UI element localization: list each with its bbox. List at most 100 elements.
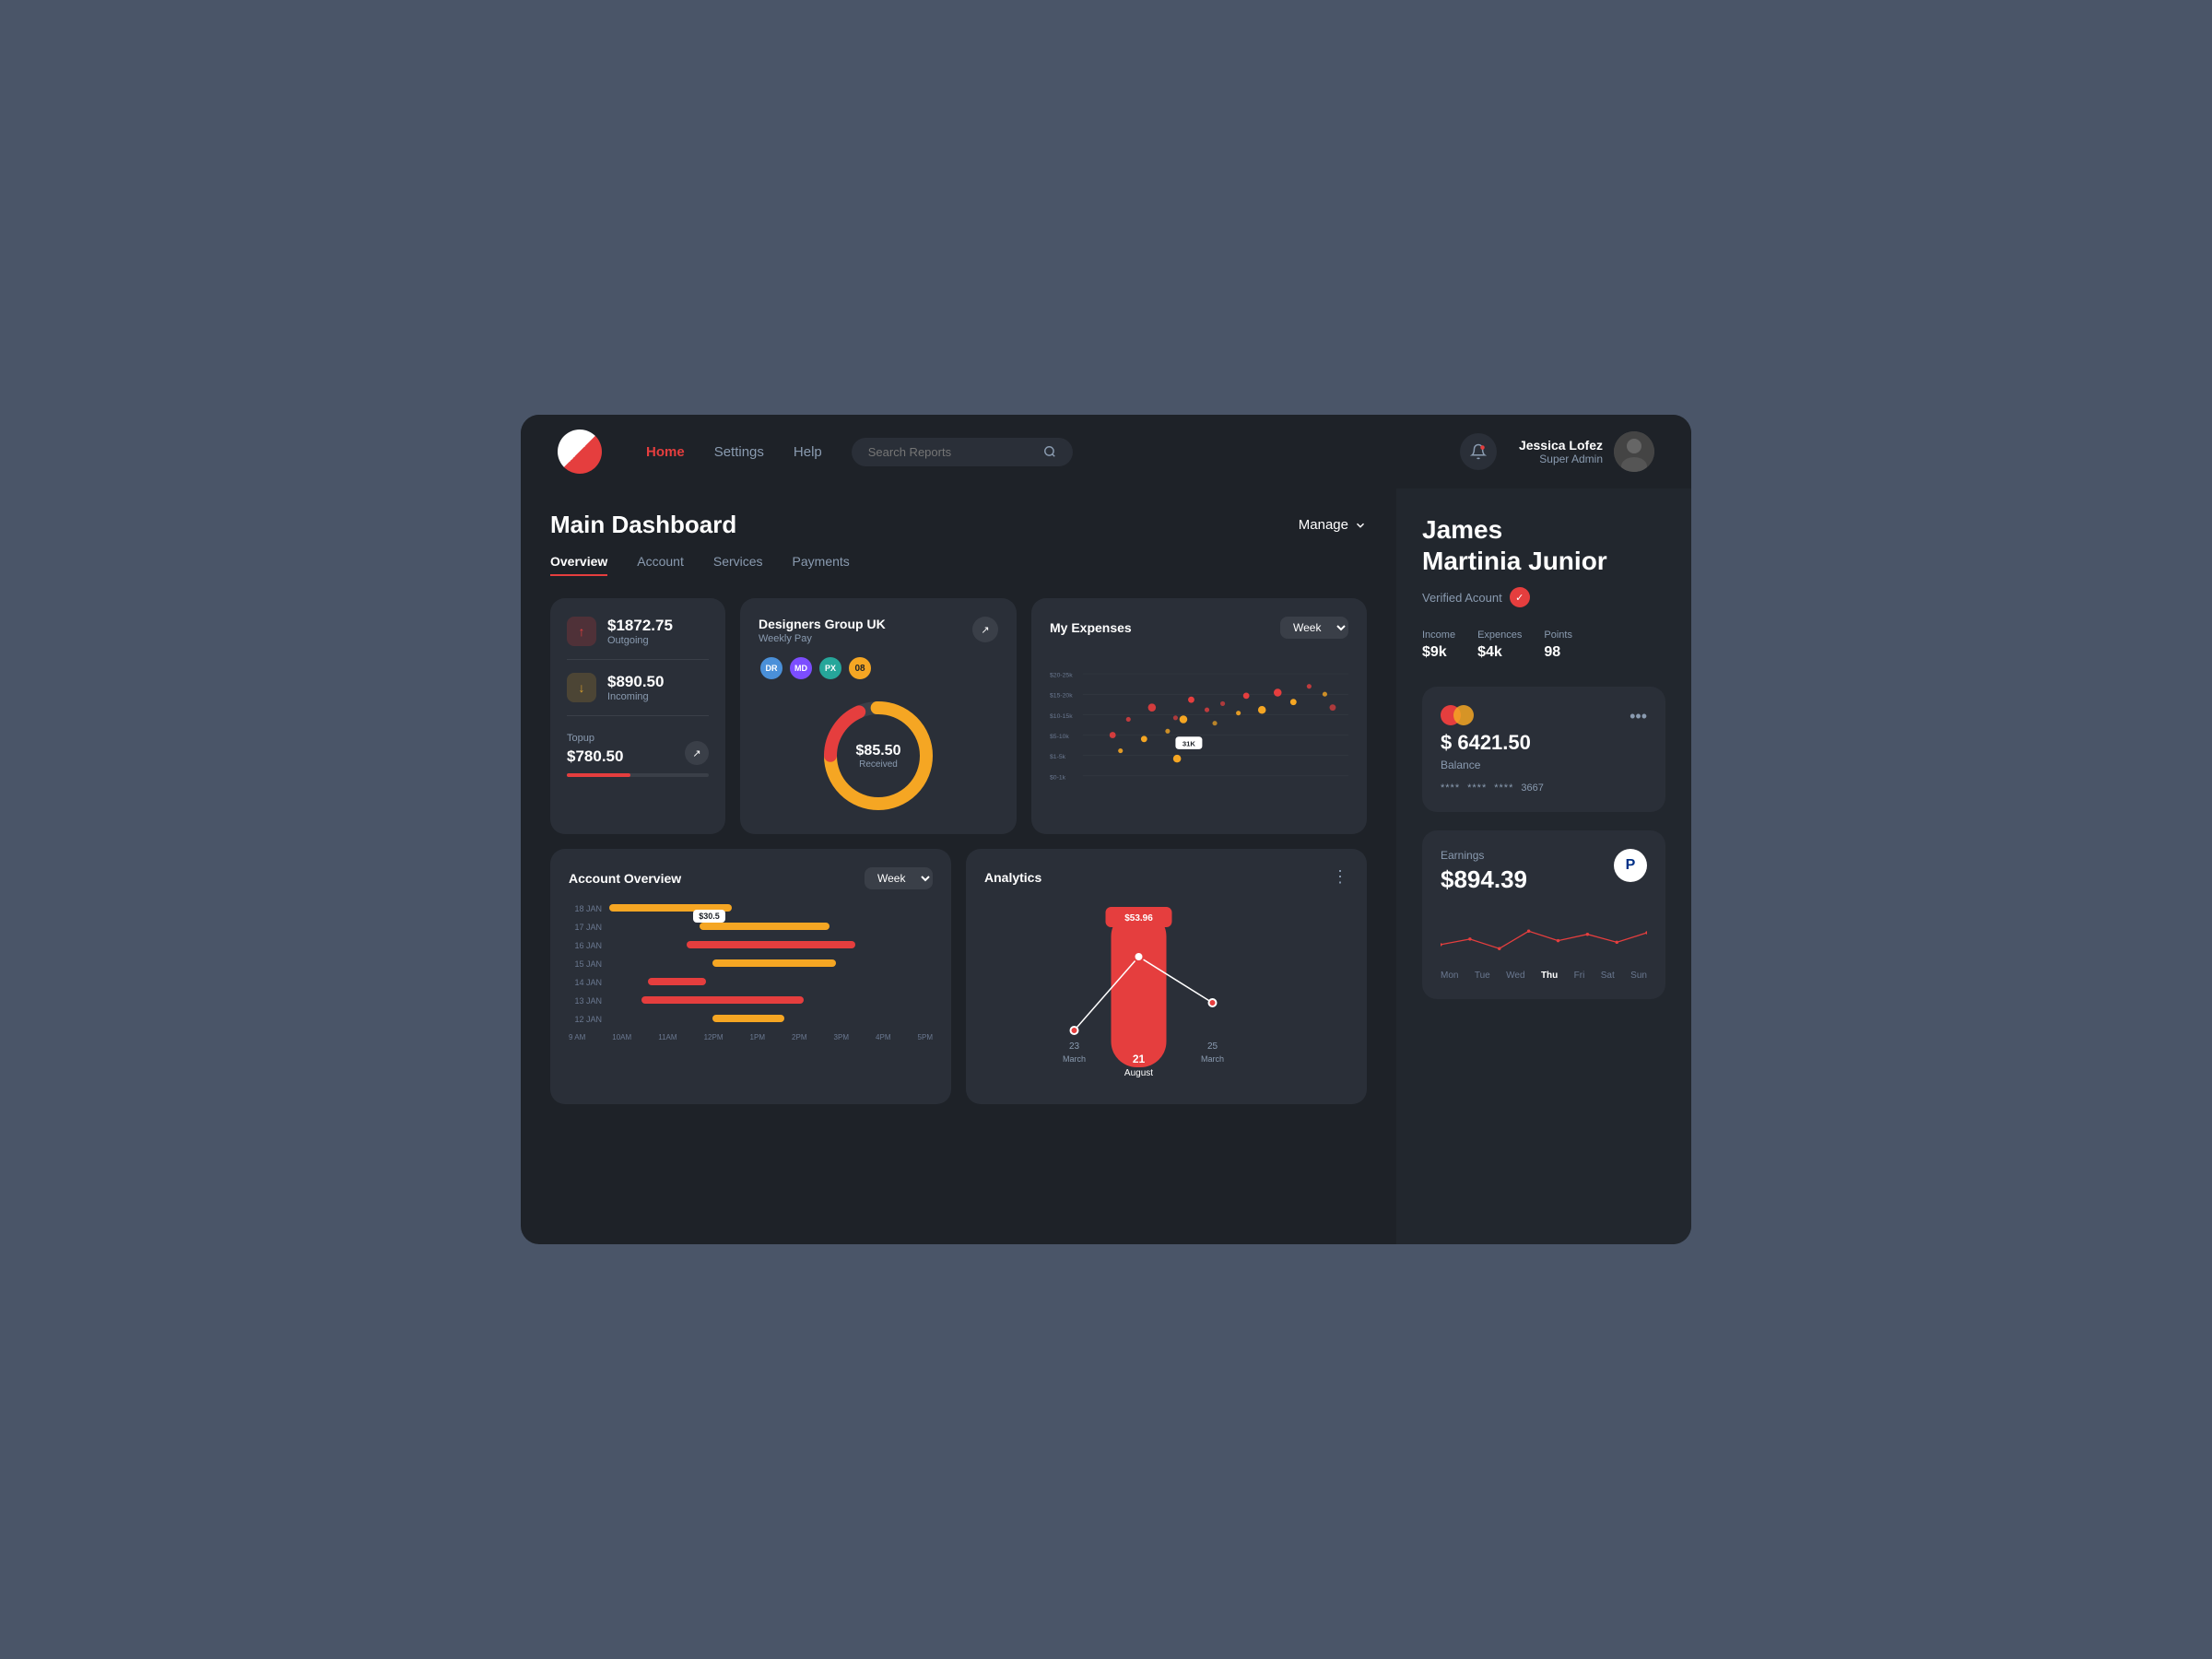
expenses-card: My Expenses Week Month $20-25k $15-20k $… [1031, 598, 1367, 834]
bell-icon [1470, 443, 1487, 460]
analytics-card: Analytics ⋮ 23 March 21 August 25 [966, 849, 1367, 1104]
ao-header: Account Overview Week Month [569, 867, 933, 889]
gantt-row-16jan: 16 JAN [569, 941, 933, 950]
gantt-row-12jan: 12 JAN [569, 1015, 933, 1024]
svg-text:$5-10k: $5-10k [1050, 734, 1069, 740]
header: Home Settings Help Jessica Lofez Supe [521, 415, 1691, 488]
tab-payments[interactable]: Payments [793, 554, 850, 576]
donut-chart: $85.50 Received [759, 696, 998, 816]
gantt-row-14jan: 14 JAN [569, 978, 933, 987]
outgoing-amount: $1872.75 [607, 617, 673, 635]
group-arrow-button[interactable]: ↗ [972, 617, 998, 642]
avatar-count: 08 [847, 655, 873, 681]
card-top-row: ••• [1441, 705, 1647, 727]
analytics-more-button[interactable]: ⋮ [1332, 867, 1348, 887]
verified-badge: ✓ [1510, 587, 1530, 607]
avatars-row: DR MD PX 08 [759, 655, 998, 681]
gantt-chart: 18 JAN 17 JAN $30.5 [569, 904, 933, 1041]
day-sun: Sun [1630, 971, 1647, 981]
card-number-row: **** **** **** 3667 [1441, 782, 1647, 794]
avatar-md: MD [788, 655, 814, 681]
day-wed: Wed [1506, 971, 1524, 981]
logo [558, 429, 602, 474]
card-more-button[interactable]: ••• [1630, 707, 1647, 726]
notifications-button[interactable] [1460, 433, 1497, 470]
group-card-header: Designers Group UK Weekly Pay ↗ [759, 617, 998, 644]
user-text: Jessica Lofez Super Admin [1519, 438, 1603, 465]
svg-text:$10-15k: $10-15k [1050, 713, 1073, 720]
week-select[interactable]: Week Month [1280, 617, 1348, 639]
outgoing-label: Outgoing [607, 635, 673, 646]
svg-text:$53.96: $53.96 [1124, 913, 1153, 924]
earnings-header: Earnings $894.39 P [1441, 849, 1647, 894]
gantt-time-labels: 9 AM 10AM 11AM 12PM 1PM 2PM 3PM 4PM 5PM [569, 1033, 933, 1041]
day-fri: Fri [1574, 971, 1585, 981]
svg-text:$0-1k: $0-1k [1050, 774, 1066, 781]
donut-amount: $85.50 [856, 743, 901, 759]
analytics-header: Analytics ⋮ [984, 867, 1348, 887]
tab-account[interactable]: Account [637, 554, 684, 576]
svg-text:31K: 31K [1182, 739, 1196, 747]
search-input[interactable] [868, 445, 1034, 459]
left-panel: Main Dashboard Manage Overview Account S… [521, 488, 1396, 1244]
card-number-last: 3667 [1521, 782, 1543, 794]
nav: Home Settings Help [646, 444, 822, 460]
stats-row: Income $9k Expences $4k Points 98 [1422, 629, 1665, 661]
avatar-dr: DR [759, 655, 784, 681]
incoming-label: Incoming [607, 691, 664, 702]
dashboard-title: Main Dashboard [550, 511, 736, 539]
user-name: Jessica Lofez [1519, 438, 1603, 453]
progress-fill [567, 773, 630, 777]
day-labels: Mon Tue Wed Thu Fri Sat Sun [1441, 971, 1647, 981]
topup-label: Topup [567, 733, 623, 744]
group-card-title: Designers Group UK [759, 617, 886, 631]
tabs: Overview Account Services Payments [550, 554, 1367, 576]
verified-row: Verified Acount ✓ [1422, 587, 1665, 607]
svg-text:21: 21 [1133, 1053, 1146, 1065]
day-sat: Sat [1601, 971, 1615, 981]
card-balance-label: Balance [1441, 759, 1647, 771]
gantt-row-17jan: 17 JAN $30.5 [569, 923, 933, 932]
stat-income: Income $9k [1422, 629, 1455, 661]
earnings-chart [1441, 905, 1647, 965]
nav-help[interactable]: Help [794, 444, 822, 460]
progress-bar [567, 773, 709, 777]
donut-center: $85.50 Received [856, 743, 901, 770]
earnings-label: Earnings [1441, 849, 1527, 862]
gantt-row-18jan: 18 JAN [569, 904, 933, 913]
account-overview-card: Account Overview Week Month 18 JAN [550, 849, 951, 1104]
manage-button[interactable]: Manage [1299, 517, 1367, 533]
avatar [1614, 431, 1654, 472]
search-bar[interactable] [852, 438, 1073, 466]
svg-text:$1-5k: $1-5k [1050, 754, 1066, 760]
ao-week-select[interactable]: Week Month [865, 867, 933, 889]
header-right: Jessica Lofez Super Admin [1460, 431, 1654, 472]
tab-overview[interactable]: Overview [550, 554, 607, 576]
dashboard-header: Main Dashboard Manage [550, 511, 1367, 539]
cards-top: ↑ $1872.75 Outgoing ↓ $890.50 Incoming [550, 598, 1367, 834]
svg-text:23: 23 [1069, 1041, 1080, 1052]
scatter-chart: $20-25k $15-20k $10-15k $5-10k $1-5k $0-… [1050, 653, 1348, 801]
chevron-down-icon [1354, 519, 1367, 532]
donut-label: Received [856, 759, 901, 770]
group-card-subtitle: Weekly Pay [759, 633, 886, 644]
user-info: Jessica Lofez Super Admin [1519, 431, 1654, 472]
outgoing-icon: ↑ [567, 617, 596, 646]
topup-arrow-button[interactable]: ↗ [685, 741, 709, 765]
finance-card: ↑ $1872.75 Outgoing ↓ $890.50 Incoming [550, 598, 725, 834]
earnings-section: Earnings $894.39 P [1422, 830, 1665, 999]
svg-text:25: 25 [1207, 1041, 1218, 1052]
nav-home[interactable]: Home [646, 444, 685, 460]
finance-topup: Topup $780.50 ↗ [567, 733, 709, 777]
card-section: ••• $ 6421.50 Balance **** **** **** 366… [1422, 687, 1665, 812]
analytics-title: Analytics [984, 870, 1041, 885]
cards-bottom: Account Overview Week Month 18 JAN [550, 849, 1367, 1104]
svg-text:August: August [1124, 1068, 1153, 1078]
svg-text:$20-25k: $20-25k [1050, 672, 1073, 678]
avatar-px: PX [818, 655, 843, 681]
nav-settings[interactable]: Settings [714, 444, 764, 460]
expenses-header: My Expenses Week Month [1050, 617, 1348, 639]
mastercard-icon [1441, 705, 1474, 727]
stat-expenses: Expences $4k [1477, 629, 1522, 661]
tab-services[interactable]: Services [713, 554, 763, 576]
